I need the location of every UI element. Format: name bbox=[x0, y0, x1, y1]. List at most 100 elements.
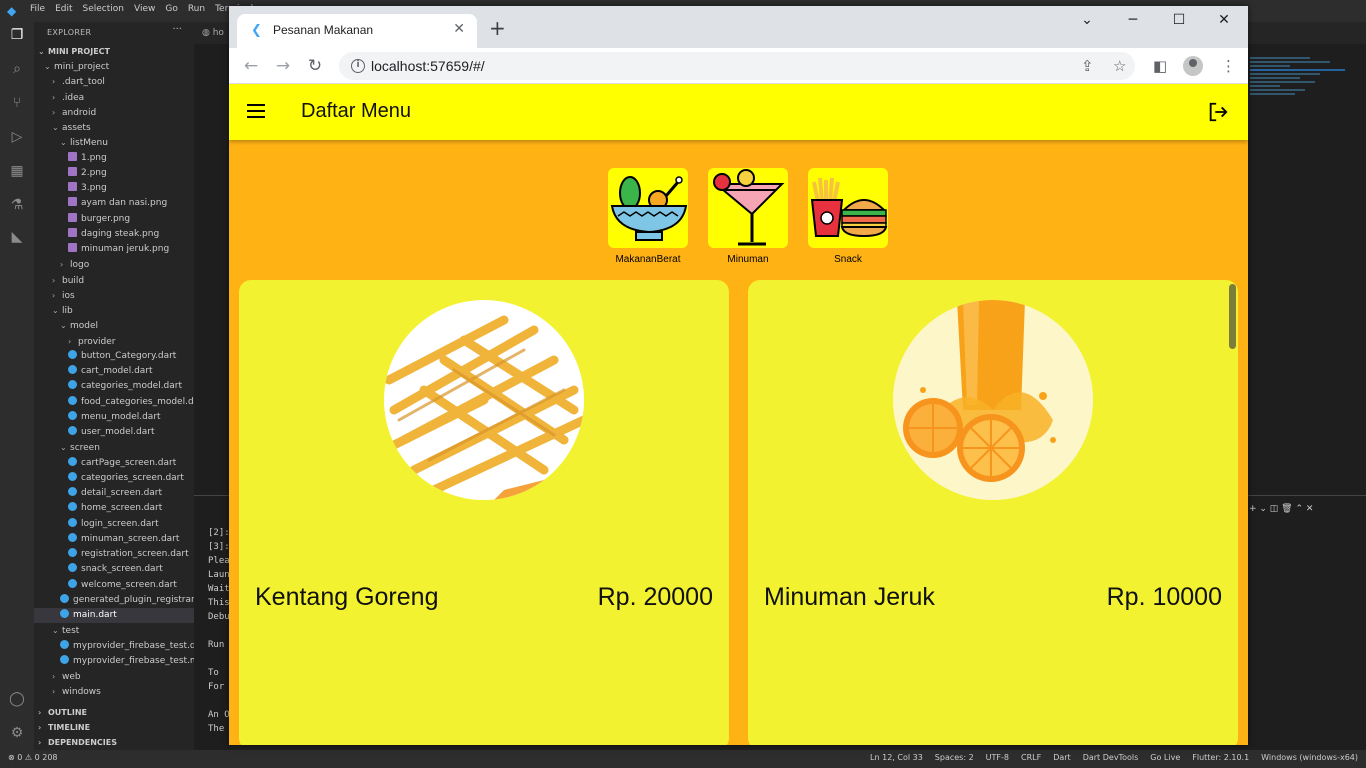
tree-item[interactable]: registration_screen.dart bbox=[34, 547, 194, 562]
run-debug-icon[interactable]: ▷ bbox=[8, 128, 26, 146]
tree-item[interactable]: myprovider_firebase_test.dart bbox=[34, 639, 208, 654]
new-tab-button[interactable]: + bbox=[489, 18, 506, 38]
menu-item[interactable]: File bbox=[30, 4, 45, 14]
tree-item[interactable]: login_screen.dart bbox=[34, 517, 194, 532]
tree-item[interactable]: ⌄ test bbox=[34, 623, 194, 638]
menu-item[interactable]: Selection bbox=[83, 4, 124, 14]
account-icon[interactable]: ◯ bbox=[8, 690, 26, 708]
menu-item[interactable]: Go bbox=[165, 4, 177, 14]
tree-item[interactable]: categories_model.dart bbox=[34, 379, 194, 394]
tree-item[interactable]: ⌄ listMenu bbox=[34, 135, 194, 150]
menu-card[interactable]: Kentang Goreng Rp. 20000 bbox=[239, 280, 729, 745]
tree-item[interactable]: main.dart bbox=[34, 608, 194, 623]
tree-item[interactable]: › android bbox=[34, 105, 194, 120]
flutter-icon[interactable]: ◣ bbox=[8, 228, 26, 246]
status-item[interactable]: Windows (windows-x64) bbox=[1261, 753, 1358, 762]
menu-item[interactable]: Edit bbox=[55, 4, 72, 14]
category-minuman[interactable]: Minuman bbox=[708, 168, 788, 265]
share-icon[interactable]: ⇪ bbox=[1081, 57, 1094, 75]
forward-button[interactable]: → bbox=[273, 56, 293, 76]
tree-item[interactable]: › web bbox=[34, 669, 194, 684]
tree-item[interactable]: detail_screen.dart bbox=[34, 486, 194, 501]
category-snack[interactable]: Snack bbox=[808, 168, 888, 265]
menu-item[interactable]: Run bbox=[188, 4, 205, 14]
tree-item[interactable]: categories_screen.dart bbox=[34, 471, 194, 486]
tab-close-icon[interactable]: ✕ bbox=[453, 21, 465, 37]
url-text[interactable]: localhost:57659/#/ bbox=[371, 58, 485, 74]
tab-search-icon[interactable]: ⌄ bbox=[1077, 12, 1097, 28]
tree-item[interactable]: › logo bbox=[34, 257, 194, 272]
tree-item[interactable]: generated_plugin_registrant... bbox=[34, 593, 209, 608]
tree-item[interactable]: minuman jeruk.png bbox=[34, 242, 194, 257]
maximize-button[interactable]: ☐ bbox=[1169, 12, 1189, 28]
more-actions-icon[interactable]: ··· bbox=[172, 24, 182, 35]
tree-item[interactable]: myprovider_firebase_test.moc... bbox=[34, 654, 218, 669]
tree-item[interactable]: cartPage_screen.dart bbox=[34, 456, 194, 471]
tree-item[interactable]: food_categories_model.dart bbox=[34, 395, 206, 410]
status-item[interactable]: Flutter: 2.10.1 bbox=[1192, 753, 1249, 762]
site-info-icon[interactable]: i bbox=[351, 59, 365, 73]
reload-button[interactable]: ↻ bbox=[305, 56, 325, 76]
logout-icon[interactable] bbox=[1207, 101, 1229, 123]
search-icon[interactable]: ⌕ bbox=[8, 60, 26, 78]
tree-item[interactable]: › windows bbox=[34, 684, 194, 699]
source-control-icon[interactable]: ⑂ bbox=[8, 94, 26, 112]
tree-item[interactable]: ⌄ mini_project bbox=[34, 59, 194, 74]
back-button[interactable]: ← bbox=[241, 56, 261, 76]
tree-item[interactable]: cart_model.dart bbox=[34, 364, 194, 379]
testing-icon[interactable]: ⚗ bbox=[8, 196, 26, 214]
terminal-actions[interactable]: + ⌄ ◫ 🗑 ⌃ ✕ bbox=[1249, 502, 1313, 517]
project-root[interactable]: ⌄ MINI PROJECT bbox=[38, 44, 110, 59]
side-panel-icon[interactable]: ◧ bbox=[1153, 57, 1167, 75]
tree-item[interactable]: minuman_screen.dart bbox=[34, 532, 194, 547]
status-item[interactable]: Ln 12, Col 33 bbox=[870, 753, 923, 762]
close-window-button[interactable]: ✕ bbox=[1214, 12, 1234, 28]
status-item[interactable]: UTF-8 bbox=[986, 753, 1009, 762]
tree-item[interactable]: button_Category.dart bbox=[34, 349, 194, 364]
sidebar-section[interactable]: › DEPENDENCIES bbox=[38, 735, 117, 750]
tree-item[interactable]: snack_screen.dart bbox=[34, 562, 194, 577]
tree-item[interactable]: › .idea bbox=[34, 90, 194, 105]
tree-item[interactable]: ⌄ assets bbox=[34, 120, 194, 135]
menu-card[interactable]: Minuman Jeruk Rp. 10000 bbox=[748, 280, 1238, 745]
browser-tab[interactable]: ❮ Pesanan Makanan ✕ bbox=[237, 14, 477, 48]
tree-item[interactable]: ⌄ screen bbox=[34, 440, 194, 455]
minimize-button[interactable]: ─ bbox=[1123, 12, 1143, 28]
tree-item[interactable]: › .dart_tool bbox=[34, 74, 194, 89]
explorer-icon[interactable]: ❐ bbox=[8, 26, 26, 44]
tree-item[interactable]: ayam dan nasi.png bbox=[34, 196, 194, 211]
tree-item[interactable]: daging steak.png bbox=[34, 227, 194, 242]
tree-item[interactable]: 1.png bbox=[34, 151, 194, 166]
status-item[interactable]: Go Live bbox=[1150, 753, 1180, 762]
tree-item[interactable]: 2.png bbox=[34, 166, 194, 181]
profile-avatar[interactable] bbox=[1183, 56, 1203, 76]
category-makanan-berat[interactable]: MakananBerat bbox=[608, 168, 688, 265]
scrollbar-thumb[interactable] bbox=[1229, 284, 1236, 349]
status-problems[interactable]: ⊗ 0 ⚠ 0 208 bbox=[8, 753, 58, 762]
sidebar-section[interactable]: › OUTLINE bbox=[38, 705, 87, 720]
bookmark-star-icon[interactable]: ☆ bbox=[1113, 57, 1126, 75]
tree-item[interactable]: ⌄ model bbox=[34, 318, 194, 333]
tree-item[interactable]: welcome_screen.dart bbox=[34, 578, 194, 593]
status-item[interactable]: Dart bbox=[1053, 753, 1071, 762]
sidebar-section[interactable]: › TIMELINE bbox=[38, 720, 90, 735]
tree-item[interactable]: home_screen.dart bbox=[34, 501, 194, 516]
tree-item[interactable]: user_model.dart bbox=[34, 425, 194, 440]
tree-item[interactable]: › provider bbox=[34, 334, 194, 349]
tree-item[interactable]: burger.png bbox=[34, 212, 194, 227]
tree-item[interactable]: menu_model.dart bbox=[34, 410, 194, 425]
tree-item[interactable]: 3.png bbox=[34, 181, 194, 196]
hamburger-menu-icon[interactable] bbox=[247, 104, 265, 118]
editor-tab[interactable]: ◍ ho bbox=[202, 26, 224, 41]
address-bar[interactable]: i localhost:57659/#/ ⇪ ☆ bbox=[339, 52, 1135, 80]
menu-item[interactable]: View bbox=[134, 4, 155, 14]
tree-item[interactable]: ⌄ lib bbox=[34, 303, 194, 318]
tree-item[interactable]: › build bbox=[34, 273, 194, 288]
status-item[interactable]: Spaces: 2 bbox=[935, 753, 974, 762]
chrome-menu-icon[interactable]: ⋮ bbox=[1221, 57, 1236, 75]
settings-gear-icon[interactable]: ⚙ bbox=[8, 724, 26, 742]
status-item[interactable]: Dart DevTools bbox=[1083, 753, 1139, 762]
status-item[interactable]: CRLF bbox=[1021, 753, 1041, 762]
extensions-icon[interactable]: ▦ bbox=[8, 162, 26, 180]
tree-item[interactable]: › ios bbox=[34, 288, 194, 303]
